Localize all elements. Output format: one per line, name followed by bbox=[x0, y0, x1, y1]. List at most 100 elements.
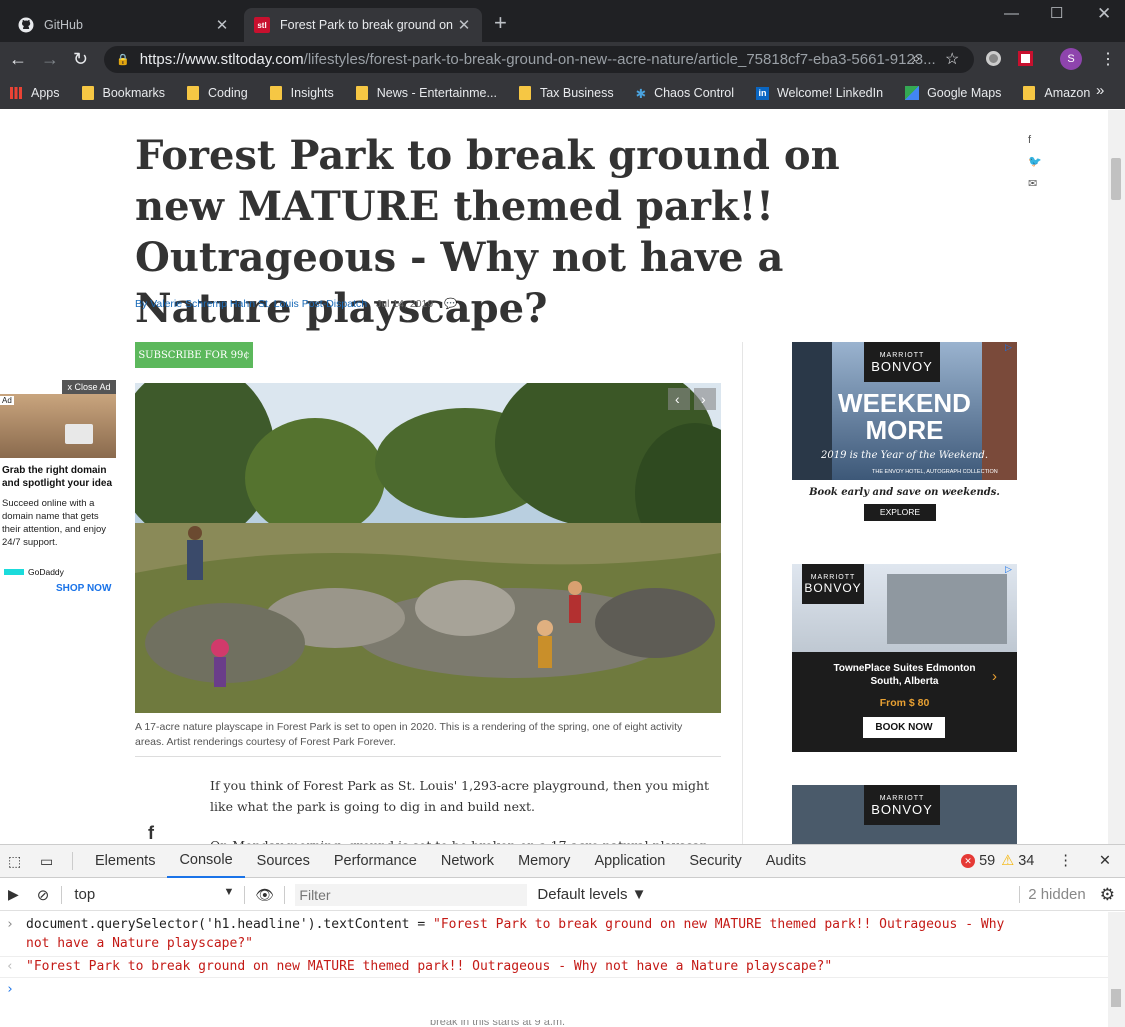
console-input-entry: document.querySelector('h1.headline').te… bbox=[26, 915, 1101, 953]
console-filter-input[interactable] bbox=[295, 883, 528, 906]
bookmark-folder[interactable]: Bookmarks bbox=[81, 86, 165, 100]
close-window-button[interactable]: ✕ bbox=[1097, 4, 1111, 24]
bookmark-linkedin[interactable]: in Welcome! LinkedIn bbox=[755, 86, 883, 100]
hidden-count: 2 hidden bbox=[1019, 886, 1086, 903]
page-text-cutoff: break in this starts at 9 a.m. bbox=[430, 1020, 566, 1027]
clear-console-icon[interactable]: ⊘ bbox=[37, 886, 50, 904]
bookmarks-bar: Apps Bookmarks Coding Insights News - En… bbox=[0, 77, 1125, 109]
bookmarks-overflow-icon[interactable]: » bbox=[1096, 82, 1104, 99]
explore-button[interactable]: EXPLORE bbox=[864, 504, 936, 521]
sidebar-toggle-icon[interactable]: ▶ bbox=[8, 886, 19, 903]
bookmark-chaos-control[interactable]: ✱ Chaos Control bbox=[636, 86, 734, 101]
bookmark-folder[interactable]: Insights bbox=[269, 86, 334, 100]
ad-marriott-weekend[interactable]: MARRIOTT BONVOY WEEKEND MORE 2019 is the … bbox=[792, 342, 1017, 528]
forward-button[interactable]: → bbox=[41, 48, 59, 70]
error-icon[interactable]: ✕ bbox=[961, 854, 976, 868]
left-ad[interactable]: x Close Ad Ad Grab the right domain and … bbox=[0, 380, 118, 600]
tab-security[interactable]: Security bbox=[677, 845, 753, 878]
bookmark-google-maps[interactable]: Google Maps bbox=[905, 86, 1001, 100]
devtools-tabs: ⬚ ▭ Elements Console Sources Performance… bbox=[0, 845, 1125, 878]
ad-towneplace[interactable]: MARRIOTT BONVOY TownePlace Suites Edmont… bbox=[792, 564, 1017, 752]
adchoices-icon[interactable]: ▷ bbox=[1005, 564, 1012, 575]
maximize-button[interactable]: ☐ bbox=[1050, 4, 1063, 22]
bonvoy-logo: MARRIOTT BONVOY bbox=[864, 342, 940, 382]
close-devtools-icon[interactable]: ✕ bbox=[1099, 853, 1111, 869]
tab-console[interactable]: Console bbox=[167, 845, 245, 878]
email-share-icon[interactable]: ✉ bbox=[1028, 177, 1037, 190]
console-prompt-icon[interactable]: › bbox=[6, 980, 14, 999]
ad-image[interactable]: Ad bbox=[0, 394, 116, 458]
star-icon[interactable]: ☆ bbox=[945, 49, 959, 69]
tab-memory[interactable]: Memory bbox=[506, 845, 582, 878]
warning-icon[interactable]: ⚠ bbox=[1001, 853, 1014, 869]
device-toggle-icon[interactable]: ▭ bbox=[40, 853, 58, 870]
linkedin-icon: in bbox=[755, 86, 769, 100]
back-button[interactable]: ← bbox=[9, 48, 27, 70]
extension-icon[interactable] bbox=[986, 51, 1001, 66]
lock-icon: 🔒 bbox=[116, 54, 130, 66]
tab-stltoday[interactable]: stl Forest Park to break ground on n ✕ bbox=[244, 8, 482, 42]
close-icon[interactable]: ✕ bbox=[214, 16, 230, 34]
godaddy-logo-icon bbox=[4, 569, 24, 575]
menu-icon[interactable]: ⋮ bbox=[1100, 49, 1116, 69]
close-icon[interactable]: ✕ bbox=[456, 16, 472, 34]
adchoices-icon[interactable]: ▷ bbox=[1005, 342, 1012, 353]
author-link[interactable]: By Valerie Schremp Hahn St. Louis Post-D… bbox=[135, 298, 367, 310]
folder-icon bbox=[269, 86, 282, 100]
profile-avatar[interactable]: S bbox=[1060, 48, 1082, 70]
chevron-right-icon[interactable]: › bbox=[992, 668, 997, 685]
bookmark-folder[interactable]: News - Entertainme... bbox=[355, 86, 497, 100]
page-scrollbar[interactable] bbox=[1108, 110, 1125, 844]
warning-count[interactable]: 34 bbox=[1018, 853, 1034, 869]
log-levels-dropdown[interactable]: Default levels ▼ bbox=[537, 886, 646, 903]
svg-text:‹: ‹ bbox=[675, 391, 680, 407]
bookmark-folder[interactable]: Tax Business bbox=[518, 86, 614, 100]
console-code: document.querySelector('h1.headline').te… bbox=[26, 917, 433, 932]
facebook-share-icon[interactable]: f bbox=[148, 823, 154, 844]
inspect-icon[interactable]: ⬚ bbox=[8, 853, 26, 870]
ad-hotel: TownePlace Suites Edmonton South, Albert… bbox=[833, 663, 976, 687]
address-bar[interactable]: 🔒 https://www.stltoday.com/lifestyles/fo… bbox=[104, 46, 974, 73]
ad-cta[interactable]: SHOP NOW bbox=[56, 583, 111, 594]
tab-label: Forest Park to break ground on n bbox=[280, 18, 456, 32]
bookmark-folder[interactable]: Coding bbox=[187, 86, 248, 100]
context-selector[interactable]: top ▼ bbox=[74, 886, 234, 903]
console-scrollbar[interactable] bbox=[1108, 912, 1125, 1027]
ad-brand: GoDaddy bbox=[28, 567, 64, 577]
ad-marriott-partial[interactable]: MARRIOTT BONVOY bbox=[792, 785, 1017, 845]
subscribe-button[interactable]: SUBSCRIBE FOR 99¢ bbox=[135, 342, 253, 368]
bookmark-apps[interactable]: Apps bbox=[10, 86, 60, 100]
apps-grid-icon bbox=[10, 87, 22, 99]
devtools-menu-icon[interactable]: ⋮ bbox=[1058, 853, 1073, 869]
tab-network[interactable]: Network bbox=[429, 845, 506, 878]
tab-elements[interactable]: Elements bbox=[83, 845, 167, 878]
github-icon bbox=[18, 17, 34, 33]
error-count[interactable]: 59 bbox=[979, 853, 995, 869]
book-now-button[interactable]: BOOK NOW bbox=[863, 717, 945, 738]
tab-github[interactable]: GitHub ✕ bbox=[8, 8, 240, 42]
facebook-share-icon[interactable]: f bbox=[1028, 134, 1031, 146]
twitter-share-icon[interactable]: 🐦 bbox=[1028, 155, 1042, 168]
minimize-button[interactable]: — bbox=[1004, 5, 1019, 22]
eye-icon[interactable]: 👁 bbox=[255, 886, 274, 904]
console-output[interactable]: › document.querySelector('h1.headline').… bbox=[0, 912, 1108, 1027]
tab-performance[interactable]: Performance bbox=[322, 845, 429, 878]
ad-brand-top: MARRIOTT bbox=[879, 795, 925, 802]
close-ad-button[interactable]: x Close Ad bbox=[62, 380, 116, 394]
article-photo[interactable]: ‹ › bbox=[135, 383, 721, 713]
tab-audits[interactable]: Audits bbox=[754, 845, 818, 878]
scrollbar-thumb[interactable] bbox=[1111, 158, 1121, 200]
settings-gear-icon[interactable]: ⚙ bbox=[1100, 885, 1115, 905]
tab-sources[interactable]: Sources bbox=[245, 845, 322, 878]
tab-label: GitHub bbox=[44, 18, 83, 32]
extension-shield-icon[interactable] bbox=[1018, 51, 1033, 66]
new-tab-button[interactable]: + bbox=[494, 12, 507, 34]
bookmark-folder[interactable]: Amazon bbox=[1023, 86, 1090, 100]
scrollbar-thumb[interactable] bbox=[1111, 989, 1121, 1007]
comments-icon[interactable]: 💬 bbox=[444, 298, 457, 310]
zoom-icon[interactable]: ⌕ bbox=[912, 50, 920, 67]
reload-button[interactable]: ↻ bbox=[73, 48, 88, 70]
tab-application[interactable]: Application bbox=[582, 845, 677, 878]
photo-caption: A 17-acre nature playscape in Forest Par… bbox=[135, 721, 683, 748]
divider bbox=[61, 885, 63, 904]
